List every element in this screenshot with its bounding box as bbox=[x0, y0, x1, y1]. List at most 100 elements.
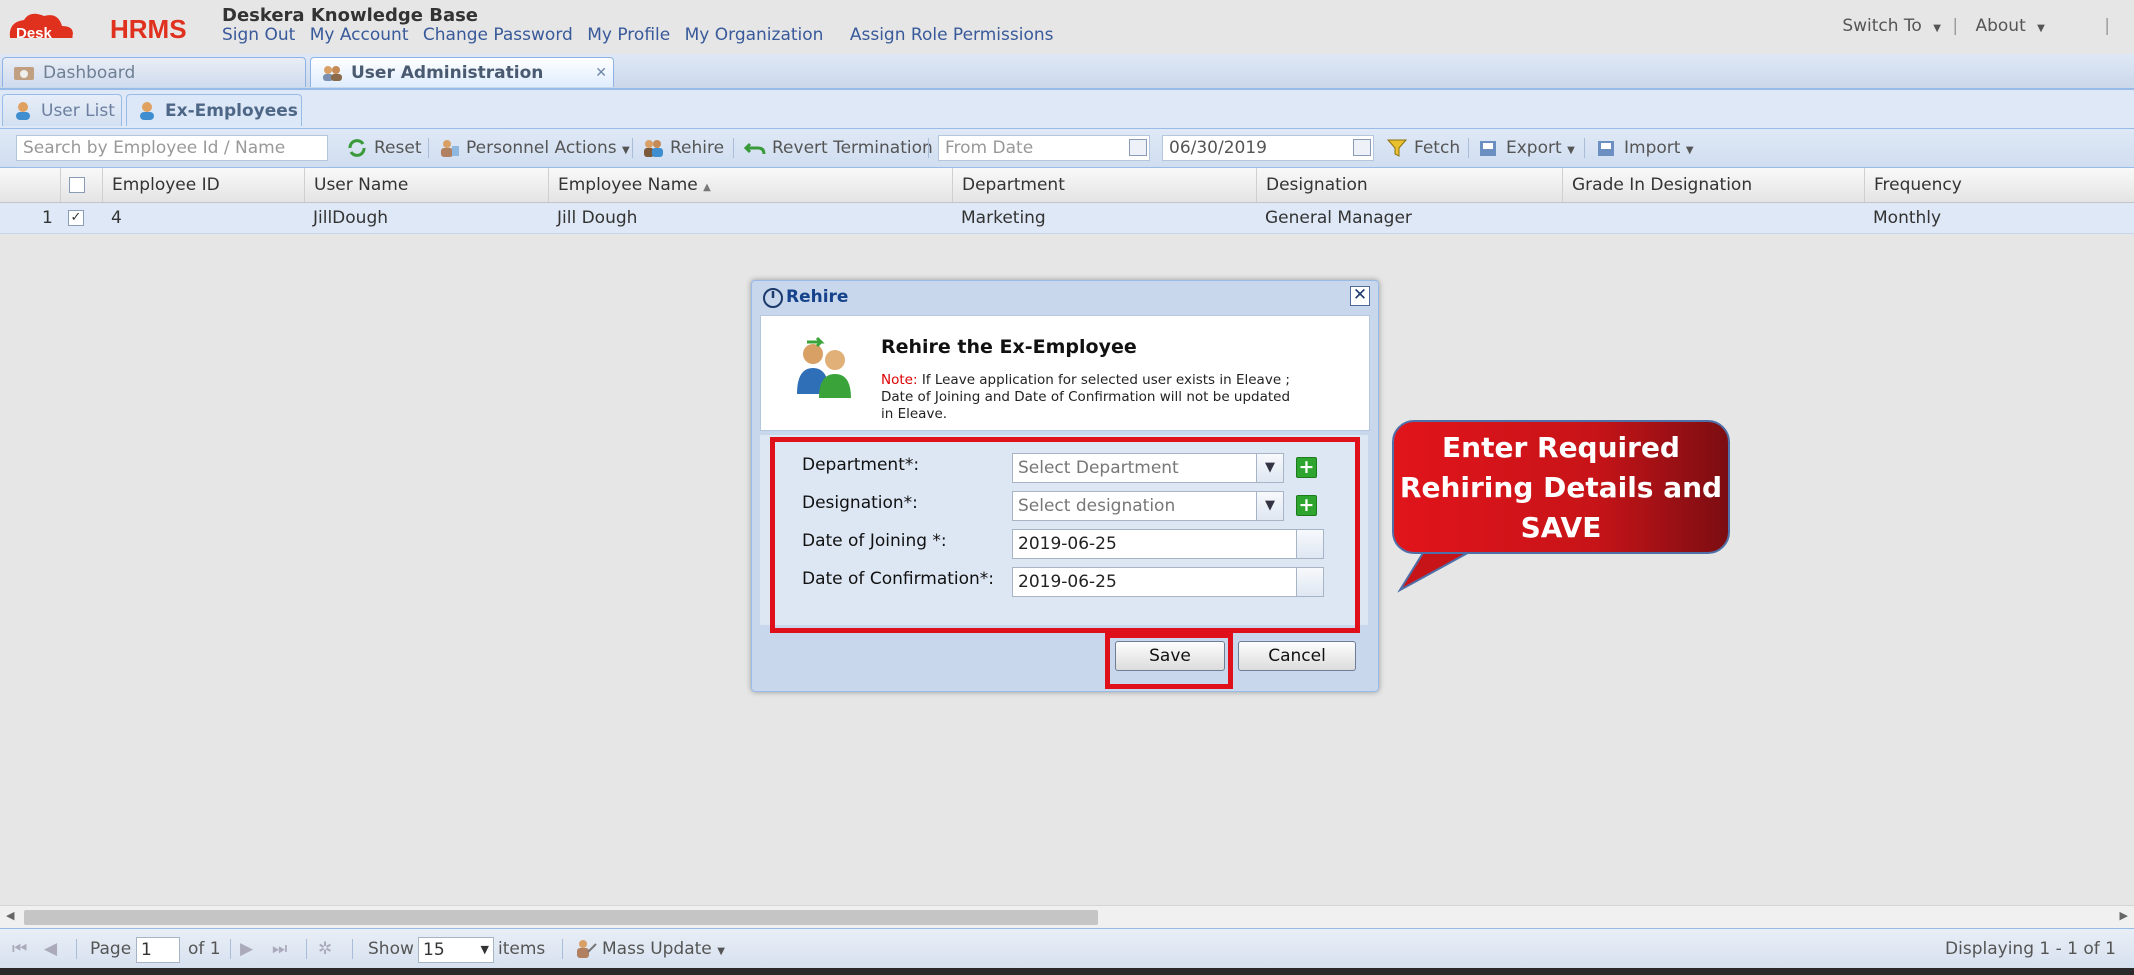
filter-icon bbox=[1386, 139, 1408, 157]
close-icon[interactable]: ✕ bbox=[1350, 286, 1370, 306]
instruction-callout: Enter Required Rehiring Details and SAVE bbox=[1392, 420, 1730, 554]
header-right-menu: Switch To ▼ | About ▼ | bbox=[1830, 16, 2110, 36]
grid-toolbar: Search by Employee Id / Name Reset Perso… bbox=[0, 129, 2134, 168]
calendar-icon[interactable] bbox=[1129, 139, 1147, 156]
select-all-cell bbox=[60, 168, 102, 202]
svg-text:era: era bbox=[50, 25, 73, 42]
tab-dashboard-label: Dashboard bbox=[43, 63, 136, 83]
main-tab-bar: Dashboard User Administration ✕ bbox=[0, 54, 2134, 90]
highlight-form-box bbox=[770, 437, 1360, 633]
import-menu[interactable]: Import ▼ bbox=[1594, 135, 1694, 161]
col-department[interactable]: Department bbox=[952, 168, 1256, 202]
chevron-down-icon: ▼ bbox=[622, 145, 630, 156]
tab-dashboard[interactable]: Dashboard bbox=[2, 57, 306, 87]
cell-employee-id: 4 bbox=[111, 208, 122, 228]
rehire-button[interactable]: Rehire bbox=[640, 135, 724, 161]
to-date-input[interactable]: 06/30/2019 bbox=[1162, 135, 1374, 161]
tab-user-list[interactable]: User List bbox=[2, 94, 122, 126]
rehire-label: Rehire bbox=[670, 138, 725, 158]
close-tab-icon[interactable]: ✕ bbox=[595, 58, 607, 88]
assign-role-permissions-link[interactable]: Assign Role Permissions bbox=[850, 25, 1054, 45]
calendar-icon[interactable] bbox=[1353, 139, 1371, 156]
deskera-logo: Desk era HRMS bbox=[9, 13, 187, 44]
app-title: Deskera Knowledge Base bbox=[222, 5, 479, 26]
displaying-count: Displaying 1 - 1 of 1 bbox=[1945, 939, 2116, 959]
col-employee-name[interactable]: Employee Name ▲ bbox=[548, 168, 952, 202]
page-number-input[interactable]: 1 bbox=[136, 937, 180, 963]
reset-button[interactable]: Reset bbox=[344, 135, 422, 161]
personnel-actions-label: Personnel Actions bbox=[466, 138, 617, 158]
from-date-placeholder: From Date bbox=[945, 138, 1034, 158]
fetch-button[interactable]: Fetch bbox=[1384, 135, 1460, 161]
chevron-down-icon: ▼ bbox=[1567, 145, 1575, 156]
row-checkbox-checked[interactable]: ✓ bbox=[68, 210, 84, 226]
cell-grade bbox=[1562, 203, 1571, 233]
svg-text:Desk: Desk bbox=[16, 25, 53, 42]
scrollbar-thumb[interactable] bbox=[24, 910, 1098, 925]
chevron-down-icon: ▼ bbox=[717, 946, 725, 957]
cell-user-name: JillDough bbox=[313, 208, 389, 228]
rehire-icon bbox=[644, 140, 663, 157]
my-account-link[interactable]: My Account bbox=[310, 25, 409, 45]
chevron-down-icon: ▼ bbox=[1933, 23, 1941, 34]
personnel-icon bbox=[441, 140, 459, 157]
rehire-users-icon bbox=[797, 336, 851, 398]
page-size-select[interactable]: 15 ▼ bbox=[418, 937, 494, 963]
dialog-title: Rehire bbox=[786, 287, 849, 307]
last-page-icon[interactable]: ⏭ bbox=[272, 929, 287, 969]
table-row[interactable]: 1 ✓ 4 JillDough Jill Dough Marketing Gen… bbox=[0, 203, 2134, 234]
first-page-icon[interactable]: ⏮ bbox=[12, 929, 27, 969]
refresh-icon bbox=[348, 139, 366, 157]
prev-page-icon[interactable]: ◀ bbox=[44, 929, 57, 969]
mass-update-label: Mass Update bbox=[602, 939, 712, 959]
col-user-name[interactable]: User Name bbox=[304, 168, 548, 202]
svg-text:HRMS: HRMS bbox=[110, 14, 187, 44]
mass-update-menu[interactable]: Mass Update ▼ bbox=[574, 929, 725, 972]
cancel-button[interactable]: Cancel bbox=[1238, 641, 1356, 671]
scroll-left-icon[interactable]: ◀ bbox=[6, 909, 14, 922]
switch-to-menu[interactable]: Switch To ▼ bbox=[1836, 16, 1941, 36]
refresh-icon[interactable]: ✲ bbox=[318, 929, 332, 969]
my-organization-link[interactable]: My Organization bbox=[685, 25, 824, 45]
users-icon bbox=[323, 66, 342, 81]
tab-user-administration[interactable]: User Administration ✕ bbox=[310, 57, 614, 87]
sign-out-link[interactable]: Sign Out bbox=[222, 25, 295, 45]
col-frequency[interactable]: Frequency bbox=[1864, 168, 2134, 202]
user-icon bbox=[140, 102, 154, 120]
col-employee-id[interactable]: Employee ID bbox=[102, 168, 304, 202]
dialog-heading: Rehire the Ex-Employee bbox=[881, 336, 1137, 358]
show-label: Show bbox=[368, 939, 414, 959]
chevron-down-icon: ▼ bbox=[2037, 23, 2045, 34]
change-password-link[interactable]: Change Password bbox=[423, 25, 573, 45]
chevron-down-icon[interactable]: ▼ bbox=[481, 938, 489, 962]
search-input[interactable]: Search by Employee Id / Name bbox=[16, 135, 328, 161]
tab-ex-employees[interactable]: Ex-Employees bbox=[126, 94, 302, 126]
cell-department: Marketing bbox=[961, 208, 1046, 228]
about-menu[interactable]: About ▼ bbox=[1969, 16, 2044, 36]
from-date-input[interactable]: From Date bbox=[938, 135, 1150, 161]
page-label: Page bbox=[90, 939, 132, 959]
revert-termination-button[interactable]: Revert Termination bbox=[742, 135, 933, 161]
horizontal-scrollbar[interactable]: ◀ ▶ bbox=[0, 905, 2134, 928]
import-label: Import bbox=[1624, 138, 1681, 158]
export-menu[interactable]: Export ▼ bbox=[1476, 135, 1575, 161]
personnel-actions-menu[interactable]: Personnel Actions ▼ bbox=[436, 135, 630, 161]
mass-update-icon bbox=[577, 940, 597, 958]
dialog-header-panel: Rehire the Ex-Employee Note: If Leave ap… bbox=[760, 315, 1370, 431]
cell-frequency: Monthly bbox=[1873, 208, 1942, 228]
tab-ex-employees-label: Ex-Employees bbox=[165, 101, 298, 121]
export-label: Export bbox=[1506, 138, 1562, 158]
col-designation[interactable]: Designation bbox=[1256, 168, 1562, 202]
top-links: Sign Out My Account Change Password My P… bbox=[222, 25, 1062, 45]
my-profile-link[interactable]: My Profile bbox=[587, 25, 670, 45]
dashboard-icon bbox=[14, 67, 34, 80]
next-page-icon[interactable]: ▶ bbox=[240, 929, 253, 969]
grid-header: Employee ID User Name Employee Name ▲ De… bbox=[0, 168, 2134, 203]
scroll-right-icon[interactable]: ▶ bbox=[2120, 909, 2128, 922]
tab-user-administration-label: User Administration bbox=[351, 63, 544, 83]
chevron-down-icon: ▼ bbox=[1685, 145, 1694, 156]
select-all-checkbox[interactable] bbox=[69, 177, 85, 193]
highlight-save-box bbox=[1105, 633, 1233, 689]
col-grade[interactable]: Grade In Designation bbox=[1562, 168, 1864, 202]
fetch-label: Fetch bbox=[1414, 138, 1461, 158]
